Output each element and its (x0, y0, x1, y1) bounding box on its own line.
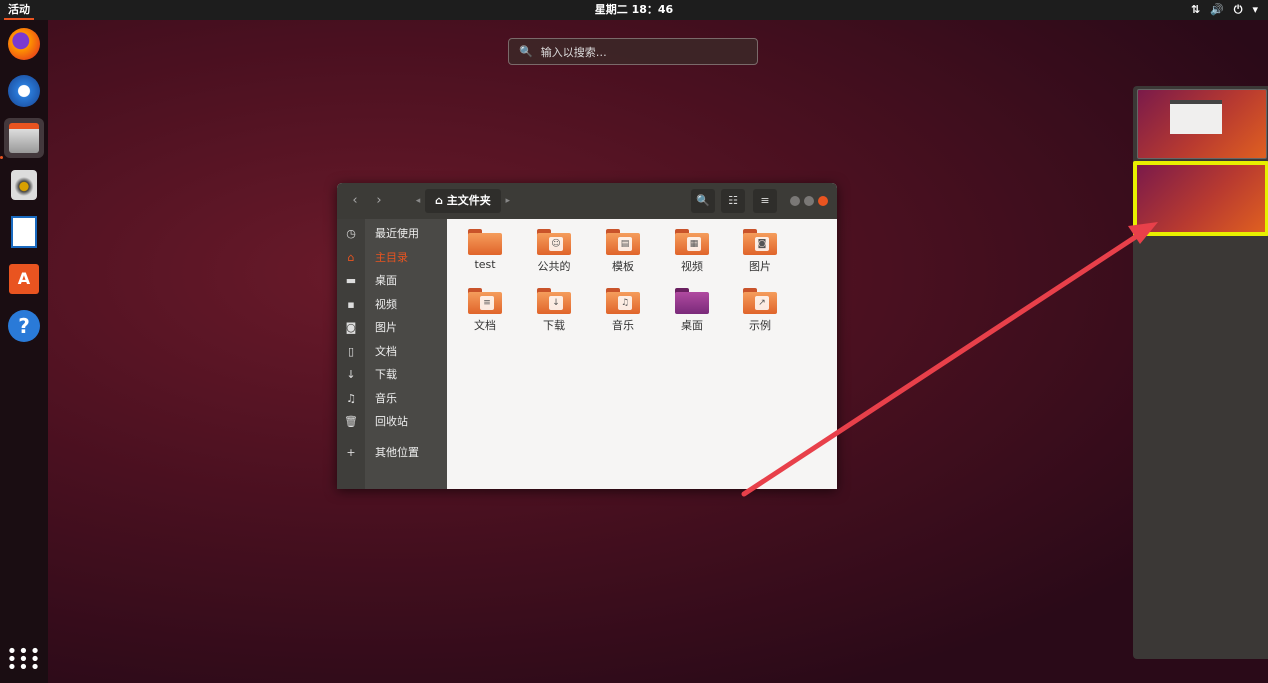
annotation-arrow (741, 222, 1158, 497)
